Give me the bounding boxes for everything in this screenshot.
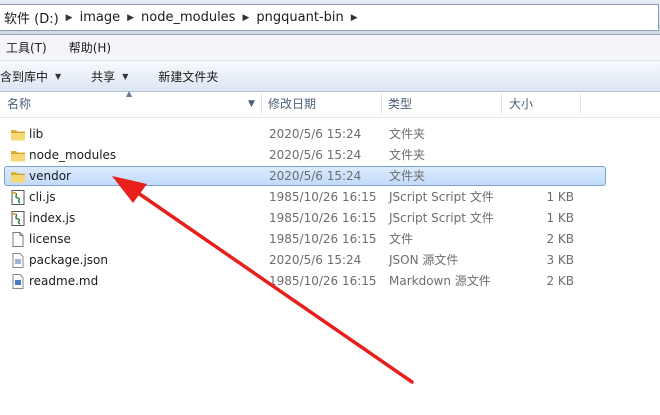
breadcrumb-node-modules[interactable]: node_modules [137,10,239,25]
file-name: node_modules [29,148,117,162]
file-row[interactable]: license 1985/10/26 16:15 文件 2 KB [4,229,606,249]
folder-icon [10,148,26,163]
column-header-size[interactable]: 大小 [509,92,533,117]
column-header-type[interactable]: 类型 [388,92,412,117]
column-divider[interactable] [381,94,382,115]
json-file-icon [10,253,26,268]
file-modified-date: 1985/10/26 16:15 [269,274,377,288]
column-divider[interactable] [501,94,502,115]
sort-ascending-icon: ▲ [126,89,133,98]
chevron-right-icon[interactable]: ▶ [348,13,361,23]
file-row[interactable]: vendor 2020/5/6 15:24 文件夹 [4,166,606,186]
breadcrumb-image[interactable]: image [76,10,125,25]
column-divider[interactable] [580,94,581,115]
file-type: JSON 源文件 [389,253,459,267]
column-divider[interactable] [261,94,262,115]
file-type: 文件夹 [389,127,426,141]
address-bar: 软件 (D:) ▶ image ▶ node_modules ▶ pngquan… [0,0,660,35]
file-row[interactable]: readme.md 1985/10/26 16:15 Markdown 源文件 2 K… [4,271,606,291]
file-name: vendor [29,169,71,183]
file-size: 2 KB [546,232,574,246]
file-type: JScript Script 文件 [389,211,494,225]
blank-file-icon [10,232,26,247]
file-row[interactable]: package.json 2020/5/6 15:24 JSON 源文件 3 KB [4,250,606,270]
menu-tools[interactable]: 工具(T) [0,39,53,56]
breadcrumb[interactable]: 软件 (D:) ▶ image ▶ node_modules ▶ pngquan… [0,4,659,31]
file-modified-date: 1985/10/26 16:15 [269,190,377,204]
file-modified-date: 2020/5/6 15:24 [269,169,362,183]
file-type: 文件 [389,232,414,246]
file-name: package.json [29,253,109,267]
new-folder-label: 新建文件夹 [158,69,219,84]
folder-icon [10,169,26,184]
column-header-name[interactable]: 名称 [7,92,31,117]
share-button[interactable]: 共享 ▼ [83,61,136,91]
file-name: license [29,232,71,246]
file-modified-date: 1985/10/26 16:15 [269,232,377,246]
file-type: 文件夹 [389,148,426,162]
file-row[interactable]: node_modules 2020/5/6 15:24 文件夹 [4,145,606,165]
chevron-down-icon[interactable]: ▼ [248,92,255,117]
column-header-modified[interactable]: 修改日期 [268,92,316,117]
breadcrumb-pngquant-bin[interactable]: pngquant-bin [252,10,347,25]
file-row[interactable]: index.js 1985/10/26 16:15 JScript Script 文… [4,208,606,228]
file-size: 1 KB [546,190,574,204]
file-name: lib [29,127,44,141]
file-type: Markdown 源文件 [389,274,491,288]
command-bar: 含到库中 ▼ 共享 ▼ 新建文件夹 [0,61,660,92]
file-size: 1 KB [546,211,574,225]
column-headers: 名称 ▲ ▼ 修改日期 类型 大小 [0,89,660,118]
file-name: readme.md [29,274,99,288]
folder-icon [10,127,26,142]
file-row[interactable]: cli.js 1985/10/26 16:15 JScript Script 文件 1… [4,187,606,207]
file-type: JScript Script 文件 [389,190,494,204]
file-size: 2 KB [546,274,574,288]
file-modified-date: 1985/10/26 16:15 [269,211,377,225]
chevron-down-icon: ▼ [55,71,62,81]
markdown-file-icon [10,274,26,289]
menu-help[interactable]: 帮助(H) [63,39,117,56]
chevron-right-icon[interactable]: ▶ [63,13,76,23]
file-modified-date: 2020/5/6 15:24 [269,127,362,141]
file-name: cli.js [29,190,56,204]
breadcrumb-drive[interactable]: 软件 (D:) [0,8,63,27]
include-in-library-button[interactable]: 含到库中 ▼ [0,61,69,91]
file-type: 文件夹 [389,169,426,183]
include-in-library-label: 含到库中 [0,69,49,84]
chevron-right-icon[interactable]: ▶ [239,13,252,23]
file-row[interactable]: lib 2020/5/6 15:24 文件夹 [4,124,606,144]
file-modified-date: 2020/5/6 15:24 [269,148,362,162]
new-folder-button[interactable]: 新建文件夹 [150,61,226,91]
file-name: index.js [29,211,76,225]
script-file-icon [10,190,26,205]
share-label: 共享 [91,69,116,84]
file-modified-date: 2020/5/6 15:24 [269,253,362,267]
chevron-down-icon: ▼ [122,71,129,81]
chevron-right-icon[interactable]: ▶ [124,13,137,23]
file-size: 3 KB [546,253,574,267]
script-file-icon [10,211,26,226]
menu-bar: 工具(T) 帮助(H) [0,35,660,61]
